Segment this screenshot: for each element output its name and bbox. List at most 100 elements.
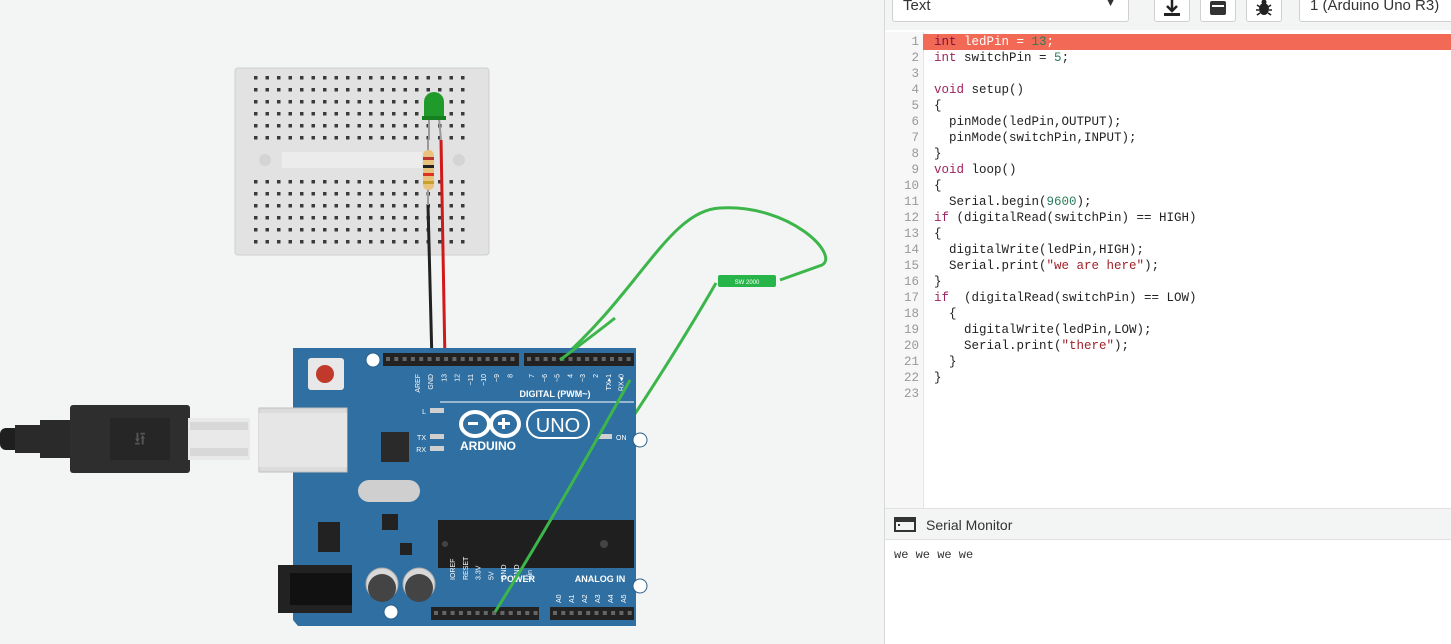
pin-label: 2	[593, 374, 600, 378]
line-number: 3	[911, 67, 919, 81]
library-button[interactable]	[1200, 0, 1236, 22]
download-button[interactable]	[1154, 0, 1190, 22]
digital-pwm-label: DIGITAL (PWM~)	[520, 389, 591, 399]
code-line[interactable]: 15 Serial.print("we are here");	[885, 258, 1451, 274]
code-line[interactable]: 21 }	[885, 354, 1451, 370]
pin-label: A0	[556, 594, 563, 603]
code-line[interactable]: 13 {	[885, 226, 1451, 242]
code-text: if (digitalRead(switchPin) == LOW)	[934, 291, 1197, 305]
code-text: digitalWrite(ledPin,HIGH);	[934, 243, 1145, 257]
circuit-canvas[interactable]: SW 2000 ⭿ L TX RX ON ARDUINO UNO DIGITAL…	[0, 0, 884, 644]
code-line[interactable]: 14 digitalWrite(ledPin,HIGH);	[885, 242, 1451, 258]
debugger-button[interactable]	[1246, 0, 1282, 22]
line-number: 7	[911, 131, 919, 145]
pin-label: ~3	[580, 374, 587, 382]
pin-label: RESET	[463, 556, 470, 580]
pin-label: 12	[455, 374, 462, 382]
pin-label: ~6	[542, 374, 549, 382]
line-number: 20	[903, 339, 919, 353]
line-number: 19	[903, 323, 919, 337]
line-number: 12	[903, 211, 919, 225]
code-line[interactable]: 10 {	[885, 178, 1451, 194]
board-model: UNO	[536, 415, 580, 437]
slide-switch[interactable]: SW 2000	[718, 275, 776, 287]
line-number: 21	[903, 355, 919, 369]
code-text: Serial.print("we are here");	[934, 259, 1160, 273]
editor-toolbar: Text ▼ 1 (Arduino Uno R3)	[885, 0, 1451, 30]
code-text: {	[934, 179, 942, 193]
line-number: 23	[903, 387, 919, 401]
code-line[interactable]: 9 void loop()	[885, 162, 1451, 178]
green-wire-pin5[interactable]	[559, 206, 828, 362]
line-number: 16	[903, 275, 919, 289]
board-select[interactable]: 1 (Arduino Uno R3)	[1299, 0, 1451, 22]
code-text: pinMode(switchPin,INPUT);	[934, 131, 1137, 145]
pin-label: IOREF	[450, 559, 457, 580]
download-icon	[1164, 0, 1180, 16]
board-brand: ARDUINO	[460, 439, 516, 453]
code-line[interactable]: 3	[885, 66, 1451, 82]
code-text: digitalWrite(ledPin,LOW);	[934, 323, 1152, 337]
code-line[interactable]: 5{	[885, 98, 1451, 114]
usb-cable[interactable]: ⭿	[0, 405, 250, 473]
pin-label: 5V	[488, 571, 495, 580]
code-text: int ledPin = 13;	[923, 34, 1451, 50]
line-number: 11	[903, 195, 919, 209]
switch-label: SW 2000	[735, 280, 760, 286]
pin-label: A5	[621, 594, 628, 603]
debug-bug-icon	[1256, 0, 1272, 16]
line-number: 8	[911, 147, 919, 161]
pin-label: 4	[567, 374, 574, 378]
rx-led-label: RX	[416, 447, 426, 454]
pin-label: ~9	[494, 374, 501, 382]
code-mode-select[interactable]: Text ▼	[892, 0, 1129, 22]
code-line[interactable]: 20 Serial.print("there");	[885, 338, 1451, 354]
on-led-label: ON	[616, 435, 627, 442]
pin-label: A3	[595, 594, 602, 603]
code-text: void loop()	[934, 163, 1017, 177]
code-text: pinMode(ledPin,OUTPUT);	[934, 115, 1122, 129]
code-line[interactable]: 18 {	[885, 306, 1451, 322]
code-text: Serial.print("there");	[934, 339, 1130, 353]
pin-label: A2	[582, 594, 589, 603]
code-editor[interactable]: 1 int ledPin = 13; 2 int switchPin = 5; 3 4 v…	[885, 32, 1451, 508]
code-line[interactable]: 6 pinMode(ledPin,OUTPUT);	[885, 114, 1451, 130]
code-line[interactable]: 12 if (digitalRead(switchPin) == HIGH)	[885, 210, 1451, 226]
serial-monitor-header[interactable]: Serial Monitor	[885, 508, 1451, 540]
code-text: if (digitalRead(switchPin) == HIGH)	[934, 211, 1197, 225]
l-led-label: L	[422, 409, 426, 416]
code-line[interactable]: 11 Serial.begin(9600);	[885, 194, 1451, 210]
line-number: 14	[903, 243, 919, 257]
code-line[interactable]: 2 int switchPin = 5;	[885, 50, 1451, 66]
code-line[interactable]: 19 digitalWrite(ledPin,LOW);	[885, 322, 1451, 338]
code-line[interactable]: 7 pinMode(switchPin,INPUT);	[885, 130, 1451, 146]
breadboard[interactable]	[234, 67, 490, 256]
code-line[interactable]: 17 if (digitalRead(switchPin) == LOW)	[885, 290, 1451, 306]
line-number: 10	[903, 179, 919, 193]
serial-monitor-icon	[894, 517, 916, 532]
code-line[interactable]: 8}	[885, 146, 1451, 162]
code-line[interactable]: 22}	[885, 370, 1451, 386]
line-number: 17	[903, 291, 919, 305]
code-line[interactable]: 23	[885, 386, 1451, 402]
pin-label: 13	[441, 374, 448, 382]
pin-label: 8	[507, 374, 514, 378]
code-line[interactable]: 16}	[885, 274, 1451, 290]
code-text: {	[934, 307, 957, 321]
code-text: }	[934, 371, 942, 385]
line-number: 4	[911, 83, 919, 97]
arduino-uno-board[interactable]: L TX RX ON ARDUINO UNO DIGITAL (PWM~) PO…	[258, 348, 648, 626]
serial-monitor-output: we we we we	[894, 548, 974, 562]
line-number: 15	[903, 259, 919, 273]
code-text: int switchPin = 5;	[934, 51, 1070, 65]
code-line[interactable]: 4 void setup()	[885, 82, 1451, 98]
line-number: 1	[911, 35, 919, 49]
board-select-value: 1 (Arduino Uno R3)	[1310, 0, 1440, 14]
code-line[interactable]: 1 int ledPin = 13;	[885, 34, 1451, 50]
code-text: }	[934, 147, 942, 161]
line-number: 18	[903, 307, 919, 321]
pin-label: GND	[501, 564, 508, 580]
pin-label: TX▸1	[606, 374, 613, 390]
line-number: 13	[903, 227, 919, 241]
